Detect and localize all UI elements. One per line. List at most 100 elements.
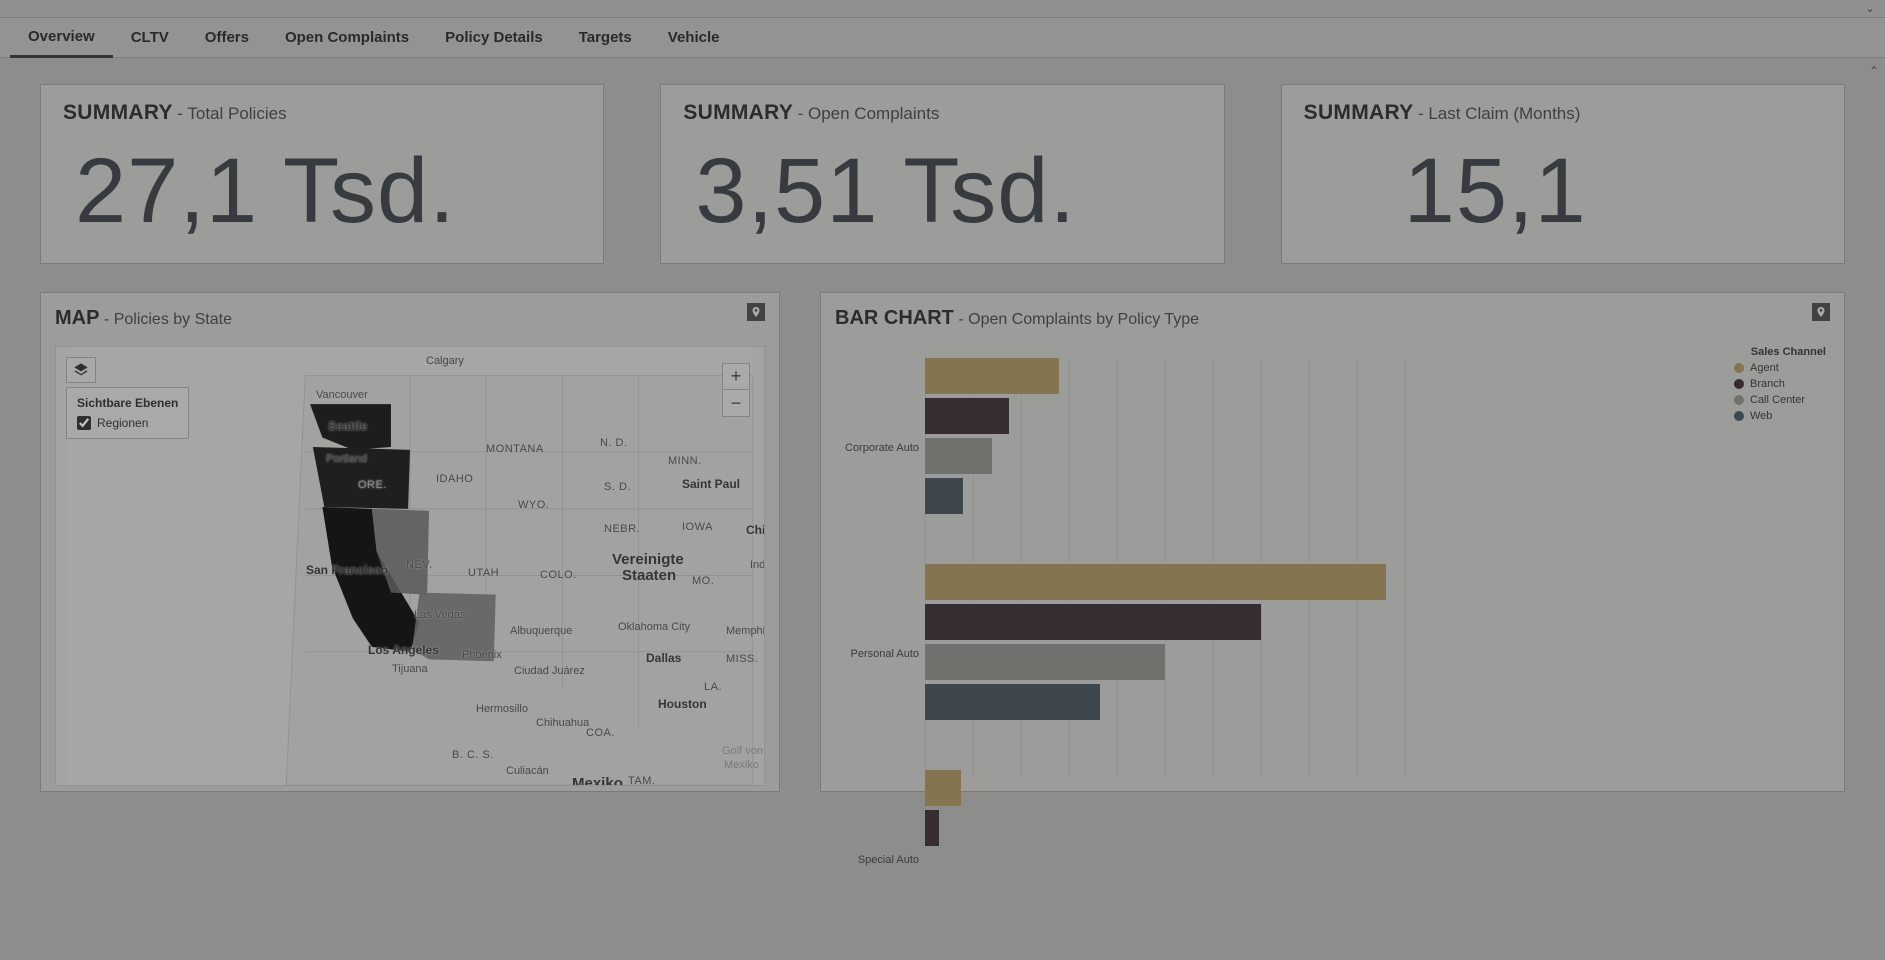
- map-label: ORE.: [358, 479, 387, 491]
- map-label: S. D.: [604, 481, 631, 493]
- summary-value: 3,51 Tsd.: [683, 125, 1201, 237]
- layers-button[interactable]: [66, 357, 96, 383]
- map-label: Memphis: [726, 625, 765, 637]
- legend-item[interactable]: Web: [1734, 410, 1826, 422]
- map-label: Los Angeles: [368, 643, 439, 657]
- top-strip: ⌄: [0, 0, 1885, 18]
- bar-chart-area: Sales Channel AgentBranchCall CenterWeb …: [835, 346, 1830, 786]
- summary-value: 15,1: [1304, 125, 1822, 237]
- bar-special-auto-branch[interactable]: [925, 810, 939, 846]
- map-label: MINN.: [668, 455, 702, 467]
- map-label: B. C. S.: [452, 749, 494, 761]
- legend-label: Branch: [1750, 378, 1785, 390]
- summary-label: SUMMARY: [1304, 101, 1414, 124]
- bar-personal-auto-branch[interactable]: [925, 604, 1261, 640]
- map-label: MONTANA: [486, 443, 544, 455]
- tab-vehicle[interactable]: Vehicle: [650, 19, 738, 56]
- map-label: Seattle: [328, 419, 367, 433]
- tab-targets[interactable]: Targets: [561, 19, 650, 56]
- map-label: Oklahoma City: [618, 621, 690, 633]
- map-label: Chihuahua: [536, 717, 589, 729]
- legend-item[interactable]: Call Center: [1734, 394, 1826, 406]
- bars-plot: [925, 356, 1720, 776]
- map-label: TAM.: [628, 775, 655, 786]
- tab-cltv[interactable]: CLTV: [113, 19, 187, 56]
- map-label: COLO.: [540, 569, 577, 581]
- bar-corporate-auto-branch[interactable]: [925, 398, 1009, 434]
- map-label: Albuquerque: [510, 625, 572, 637]
- legend-item[interactable]: Branch: [1734, 378, 1826, 390]
- layer-checkbox-regions[interactable]: [77, 416, 91, 430]
- map-label: WYO.: [518, 499, 549, 511]
- panels-row: MAP - Policies by State: [40, 292, 1845, 792]
- bar-personal-auto-agent[interactable]: [925, 564, 1386, 600]
- bar-chart-panel: BAR CHART - Open Complaints by Policy Ty…: [820, 292, 1845, 792]
- legend: Sales Channel Agent Branch Call Center Web: [1734, 346, 1826, 426]
- pin-icon[interactable]: [747, 303, 765, 321]
- map-label: Mexiko: [724, 759, 759, 771]
- legend-label: Web: [1750, 410, 1772, 422]
- summary-label: SUMMARY: [63, 101, 173, 124]
- legend-label: Call Center: [1750, 394, 1805, 406]
- map-label: Culiacán: [506, 765, 549, 777]
- map-label: MISS.: [726, 653, 758, 665]
- zoom-in-button[interactable]: +: [723, 364, 749, 390]
- tab-offers[interactable]: Offers: [187, 19, 267, 56]
- bar-personal-auto-call-center[interactable]: [925, 644, 1165, 680]
- zoom-out-button[interactable]: −: [723, 390, 749, 416]
- map-label: NEBR.: [604, 523, 640, 535]
- bar-corporate-auto-web[interactable]: [925, 478, 963, 514]
- map-label: IOWA: [682, 521, 713, 533]
- panel-subtitle: - Open Complaints by Policy Type: [958, 311, 1199, 328]
- map-label: Hermosillo: [476, 703, 528, 715]
- map-label: Indian: [750, 559, 765, 571]
- map-canvas[interactable]: Sichtbare Ebenen Regionen + − Calgary Van…: [55, 346, 765, 786]
- tab-overview[interactable]: Overview: [10, 18, 113, 58]
- layer-toggle-regions[interactable]: Regionen: [77, 416, 178, 430]
- map-label: Calgary: [426, 355, 464, 367]
- legend-swatch: [1734, 411, 1744, 421]
- legend-swatch: [1734, 363, 1744, 373]
- map-label: LA.: [704, 681, 722, 693]
- map-label: Staaten: [622, 567, 676, 584]
- legend-label: Agent: [1750, 362, 1779, 374]
- map-label: Dallas: [646, 651, 681, 665]
- category-label: Personal Auto: [835, 648, 919, 660]
- map-label: Tijuana: [392, 663, 428, 675]
- bar-personal-auto-web[interactable]: [925, 684, 1100, 720]
- chevron-down-icon[interactable]: ⌄: [1865, 1, 1875, 15]
- summary-subtitle: - Open Complaints: [798, 104, 940, 123]
- panel-subtitle: - Policies by State: [104, 311, 232, 328]
- bar-corporate-auto-call-center[interactable]: [925, 438, 992, 474]
- summary-value: 27,1 Tsd.: [63, 125, 581, 237]
- bar-special-auto-agent[interactable]: [925, 770, 961, 806]
- category-label: Corporate Auto: [835, 442, 919, 454]
- map-label: COA.: [586, 727, 615, 739]
- map-label: Ciudad Juárez: [514, 665, 585, 677]
- map-panel: MAP - Policies by State: [40, 292, 780, 792]
- map-label: Mexiko: [572, 775, 623, 786]
- map-label: Houston: [658, 697, 707, 711]
- summary-card-total-policies: SUMMARY - Total Policies 27,1 Tsd.: [40, 84, 604, 264]
- map-label: San Francisco: [306, 563, 388, 577]
- map-label: IDAHO: [436, 473, 473, 485]
- map-label: NEV.: [406, 559, 433, 571]
- legend-swatch: [1734, 379, 1744, 389]
- summary-label: SUMMARY: [683, 101, 793, 124]
- summary-subtitle: - Last Claim (Months): [1418, 104, 1581, 123]
- map-label: Golf von: [722, 745, 763, 757]
- legend-item[interactable]: Agent: [1734, 362, 1826, 374]
- summary-cards-row: SUMMARY - Total Policies 27,1 Tsd. SUMMA…: [40, 84, 1845, 264]
- zoom-control: + −: [722, 363, 750, 417]
- summary-card-last-claim: SUMMARY - Last Claim (Months) 15,1: [1281, 84, 1845, 264]
- tab-open-complaints[interactable]: Open Complaints: [267, 19, 427, 56]
- legend-swatch: [1734, 395, 1744, 405]
- bar-corporate-auto-agent[interactable]: [925, 358, 1059, 394]
- map-label: Vancouver: [316, 389, 368, 401]
- tab-policy-details[interactable]: Policy Details: [427, 19, 561, 56]
- map-label: Portland: [326, 453, 367, 465]
- legend-title: Sales Channel: [1734, 346, 1826, 358]
- pin-icon[interactable]: [1812, 303, 1830, 321]
- map-label: Vereinigte: [612, 551, 684, 568]
- layers-panel: Sichtbare Ebenen Regionen: [66, 387, 189, 439]
